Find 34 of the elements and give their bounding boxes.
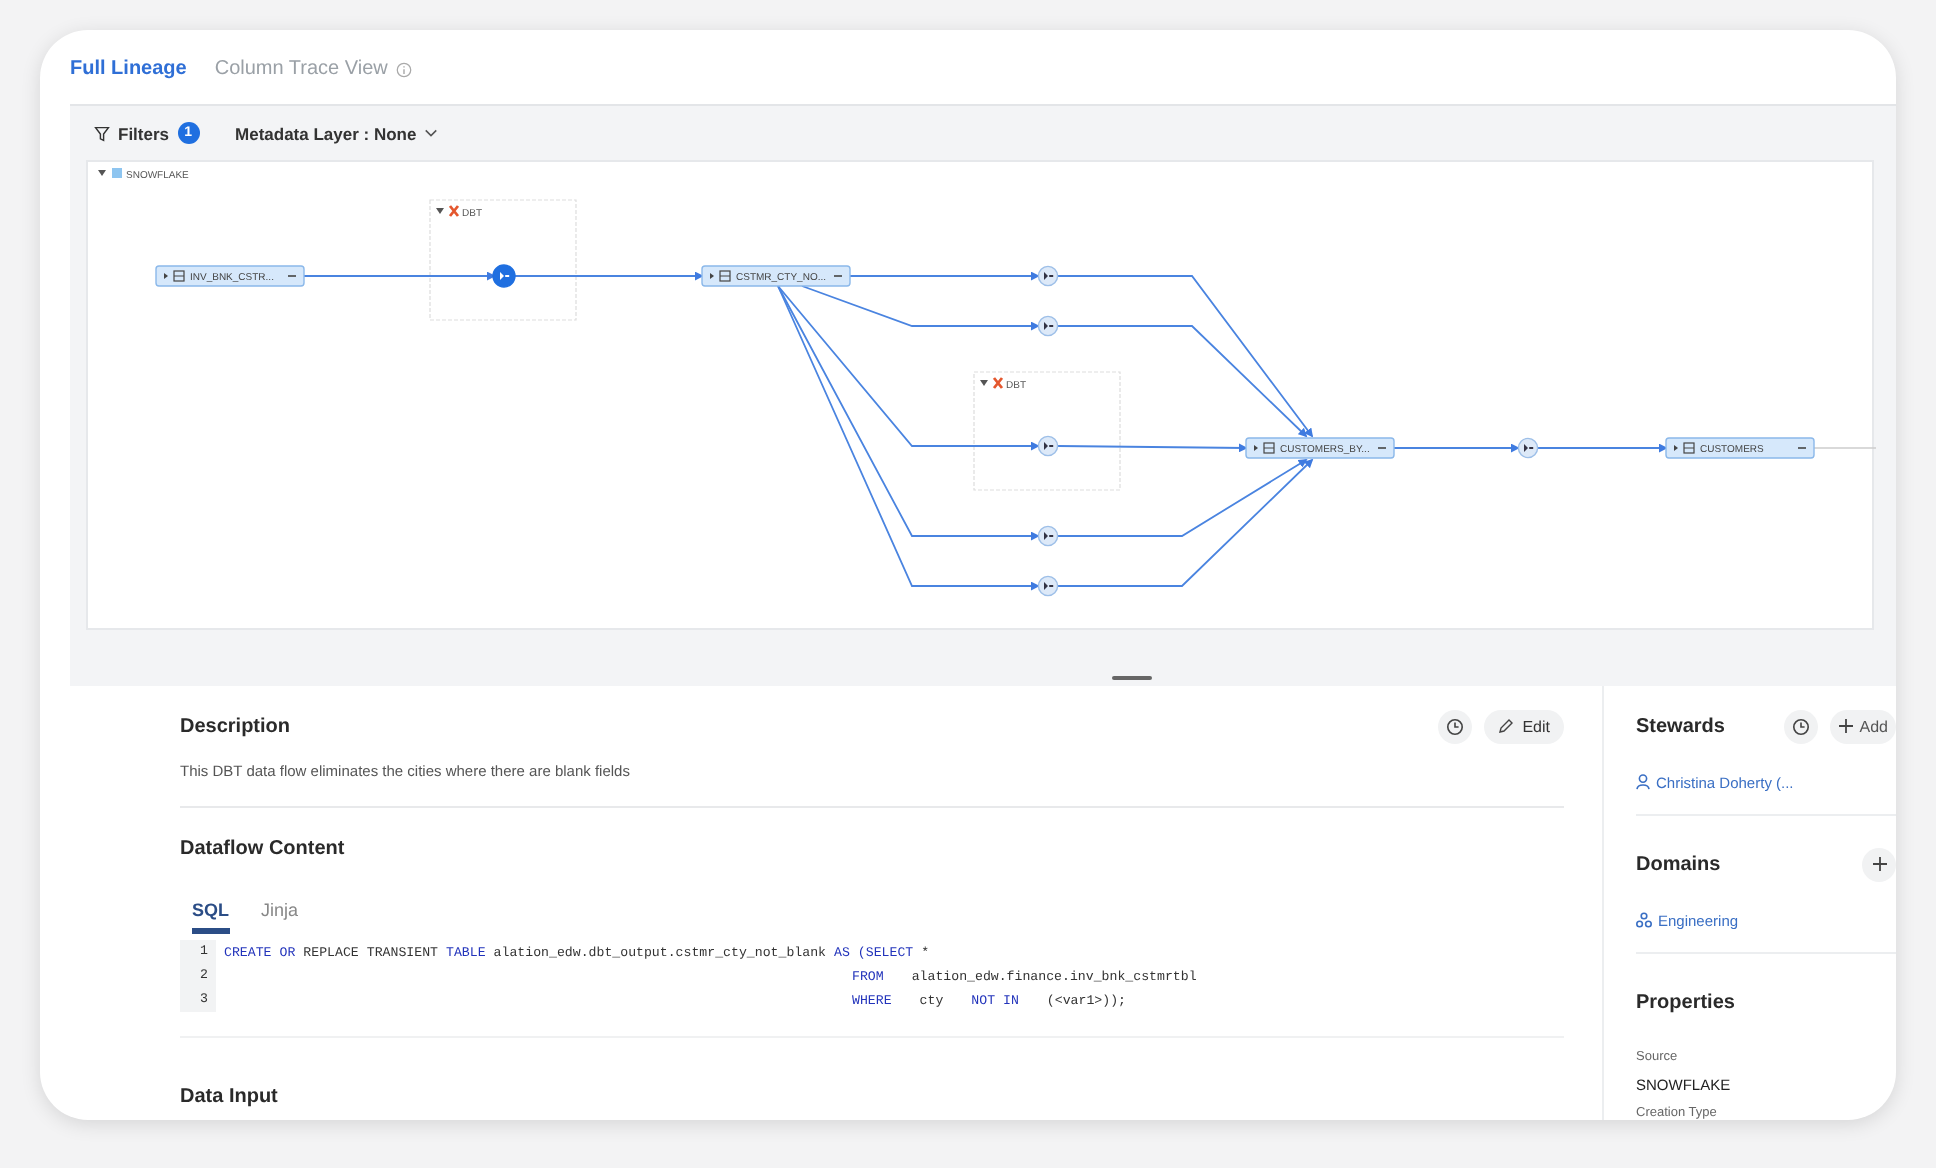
process-node[interactable]: [1037, 435, 1059, 457]
code-tab[interactable]: Jinja: [261, 900, 299, 934]
history-icon: [1791, 717, 1810, 735]
resize-handle[interactable]: [1112, 676, 1152, 680]
section-title: Dataflow Content: [180, 837, 345, 859]
section-title: Data Input: [180, 1086, 280, 1108]
add-button[interactable]: Add: [1829, 709, 1896, 743]
edit-button[interactable]: Edit: [1484, 709, 1564, 743]
plus-icon: [1871, 856, 1887, 872]
process-node[interactable]: [1517, 437, 1539, 459]
history-button[interactable]: [1438, 709, 1473, 743]
process-node[interactable]: [1037, 525, 1059, 547]
plus-icon: [1837, 718, 1854, 734]
process-node[interactable]: [1037, 265, 1059, 287]
pencil-icon: [1498, 718, 1515, 734]
chevron-down-icon: [424, 128, 439, 138]
history-icon: [1446, 717, 1465, 735]
filter-icon: [94, 125, 110, 141]
metadata-layer-dropdown[interactable]: Metadata Layer : None: [231, 119, 443, 147]
add-domain-button[interactable]: [1862, 847, 1896, 881]
section-title: Description: [180, 715, 291, 737]
lineage-edge: [1537, 443, 1668, 453]
process-node[interactable]: [1037, 315, 1059, 337]
history-button[interactable]: [1783, 709, 1818, 743]
section-title: Stewards: [1636, 715, 1725, 737]
view-tab[interactable]: Full Lineage: [70, 58, 187, 80]
section-title: Properties: [1636, 991, 1735, 1013]
domain-icon: [1636, 912, 1652, 928]
code-tab[interactable]: SQL: [192, 900, 230, 934]
process-node[interactable]: [1037, 575, 1059, 597]
section-title: Domains: [1636, 853, 1721, 875]
person-icon: [1636, 774, 1650, 790]
process-node[interactable]: [492, 264, 516, 288]
lineage-edge: [1393, 443, 1520, 453]
